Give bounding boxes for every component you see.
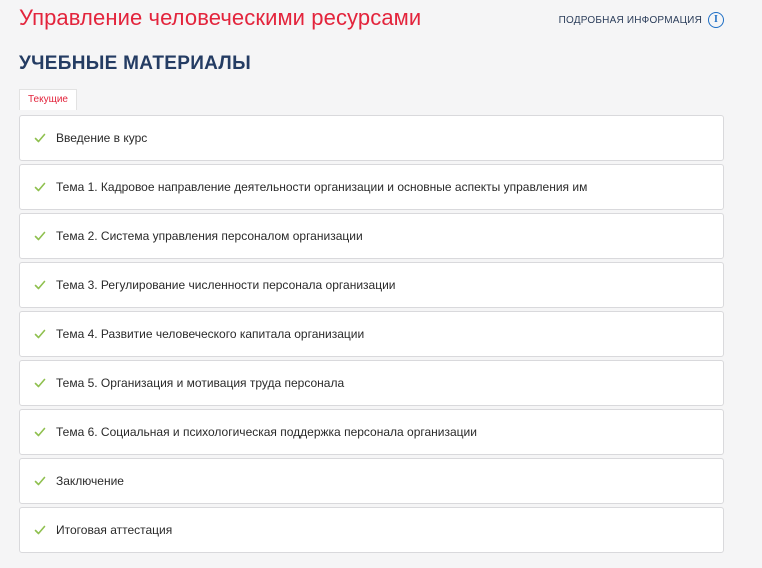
check-icon bbox=[34, 231, 46, 241]
list-item[interactable]: Тема 6. Социальная и психологическая под… bbox=[19, 409, 724, 455]
list-item-label: Тема 5. Организация и мотивация труда пе… bbox=[56, 376, 345, 390]
list-item[interactable]: Тема 4. Развитие человеческого капитала … bbox=[19, 311, 724, 357]
info-icon: i bbox=[708, 12, 724, 28]
check-icon bbox=[34, 378, 46, 388]
check-icon bbox=[34, 280, 46, 290]
check-icon bbox=[34, 182, 46, 192]
details-link[interactable]: ПОДРОБНАЯ ИНФОРМАЦИЯ i bbox=[559, 12, 724, 28]
list-item-label: Тема 2. Система управления персоналом ор… bbox=[56, 229, 363, 243]
list-item-label: Тема 3. Регулирование численности персон… bbox=[56, 278, 396, 292]
list-item-label: Тема 6. Социальная и психологическая под… bbox=[56, 425, 477, 439]
list-item-label: Тема 4. Развитие человеческого капитала … bbox=[56, 327, 365, 341]
list-item[interactable]: Введение в курс bbox=[19, 115, 724, 161]
list-item-label: Введение в курс bbox=[56, 131, 148, 145]
section-title: УЧЕБНЫЕ МАТЕРИАЛЫ bbox=[19, 53, 251, 74]
check-icon bbox=[34, 329, 46, 339]
list-item[interactable]: Итоговая аттестация bbox=[19, 507, 724, 553]
tab-current[interactable]: Текущие bbox=[19, 89, 77, 110]
check-icon bbox=[34, 476, 46, 486]
list-item-label: Итоговая аттестация bbox=[56, 523, 173, 537]
list-item-label: Тема 1. Кадровое направление деятельност… bbox=[56, 180, 588, 194]
course-title: Управление человеческими ресурсами bbox=[19, 5, 422, 30]
list-item[interactable]: Тема 5. Организация и мотивация труда пе… bbox=[19, 360, 724, 406]
list-item[interactable]: Тема 3. Регулирование численности персон… bbox=[19, 262, 724, 308]
check-icon bbox=[34, 133, 46, 143]
details-label: ПОДРОБНАЯ ИНФОРМАЦИЯ bbox=[558, 14, 702, 26]
materials-list: Введение в курс Тема 1. Кадровое направле… bbox=[19, 115, 724, 556]
list-item[interactable]: Тема 1. Кадровое направление деятельност… bbox=[19, 164, 724, 210]
list-item[interactable]: Заключение bbox=[19, 458, 724, 504]
list-item[interactable]: Тема 2. Система управления персоналом ор… bbox=[19, 213, 724, 259]
check-icon bbox=[34, 525, 46, 535]
list-item-label: Заключение bbox=[56, 474, 124, 488]
check-icon bbox=[34, 427, 46, 437]
